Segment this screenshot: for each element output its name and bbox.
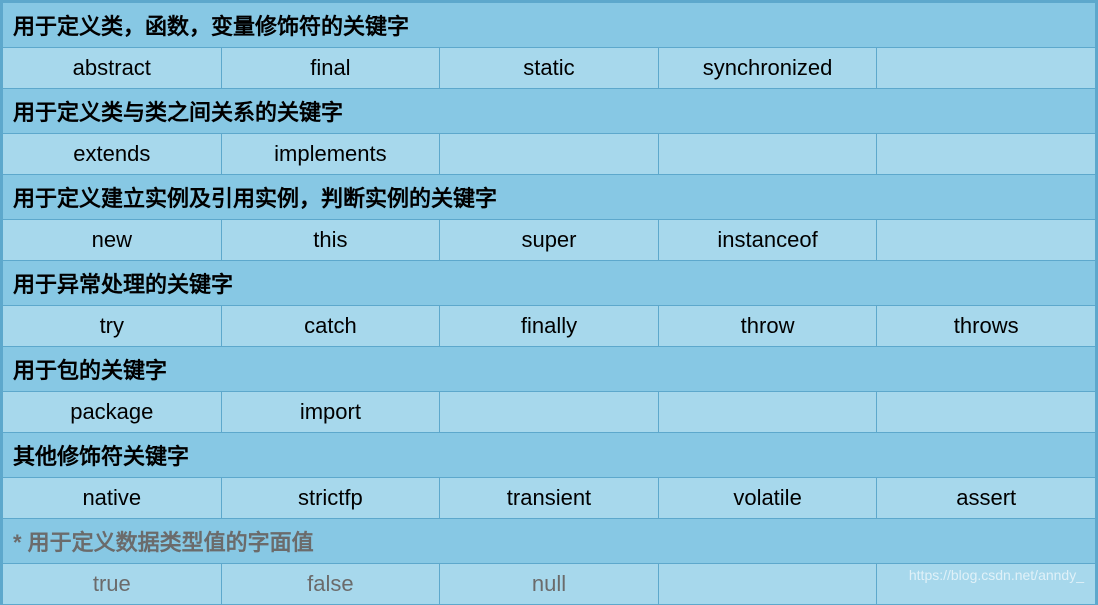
keyword-cell bbox=[440, 134, 659, 175]
table-row: newthissuperinstanceof bbox=[3, 220, 1096, 261]
keyword-cell: try bbox=[3, 306, 222, 347]
table-row: packageimport bbox=[3, 392, 1096, 433]
keywords-table: 用于定义类，函数，变量修饰符的关键字abstractfinalstaticsyn… bbox=[2, 2, 1096, 605]
keyword-cell: super bbox=[440, 220, 659, 261]
section-header: 用于定义建立实例及引用实例，判断实例的关键字 bbox=[3, 175, 1096, 220]
keyword-cell: throws bbox=[877, 306, 1096, 347]
keyword-cell bbox=[658, 564, 877, 605]
watermark-text: https://blog.csdn.net/anndy_ bbox=[909, 567, 1084, 583]
section-header: 其他修饰符关键字 bbox=[3, 433, 1096, 478]
keyword-cell: import bbox=[221, 392, 440, 433]
table-row: abstractfinalstaticsynchronized bbox=[3, 48, 1096, 89]
keyword-cell: instanceof bbox=[658, 220, 877, 261]
keyword-cell: abstract bbox=[3, 48, 222, 89]
table-row: extendsimplements bbox=[3, 134, 1096, 175]
table-row: nativestrictfptransientvolatileassert bbox=[3, 478, 1096, 519]
keyword-cell: new bbox=[3, 220, 222, 261]
table-row: trycatchfinallythrowthrows bbox=[3, 306, 1096, 347]
keyword-cell: this bbox=[221, 220, 440, 261]
keyword-cell: false bbox=[221, 564, 440, 605]
keyword-cell bbox=[877, 48, 1096, 89]
keyword-cell bbox=[877, 134, 1096, 175]
keyword-cell: true bbox=[3, 564, 222, 605]
keyword-cell: catch bbox=[221, 306, 440, 347]
keyword-cell: native bbox=[3, 478, 222, 519]
keyword-cell bbox=[658, 392, 877, 433]
keyword-cell: volatile bbox=[658, 478, 877, 519]
keyword-cell: assert bbox=[877, 478, 1096, 519]
section-header: 用于定义类，函数，变量修饰符的关键字 bbox=[3, 3, 1096, 48]
keyword-cell: transient bbox=[440, 478, 659, 519]
section-header: 用于异常处理的关键字 bbox=[3, 261, 1096, 306]
keyword-cell bbox=[877, 220, 1096, 261]
keyword-cell: extends bbox=[3, 134, 222, 175]
keyword-cell bbox=[440, 392, 659, 433]
keyword-cell: throw bbox=[658, 306, 877, 347]
keyword-cell: synchronized bbox=[658, 48, 877, 89]
keyword-cell bbox=[658, 134, 877, 175]
section-header: 用于包的关键字 bbox=[3, 347, 1096, 392]
section-header: 用于定义类与类之间关系的关键字 bbox=[3, 89, 1096, 134]
keyword-cell: package bbox=[3, 392, 222, 433]
keyword-cell bbox=[877, 392, 1096, 433]
keyword-cell: static bbox=[440, 48, 659, 89]
section-header: * 用于定义数据类型值的字面值 bbox=[3, 519, 1096, 564]
keyword-cell: implements bbox=[221, 134, 440, 175]
keyword-cell: final bbox=[221, 48, 440, 89]
keyword-cell: null bbox=[440, 564, 659, 605]
keyword-cell: strictfp bbox=[221, 478, 440, 519]
keyword-cell: finally bbox=[440, 306, 659, 347]
